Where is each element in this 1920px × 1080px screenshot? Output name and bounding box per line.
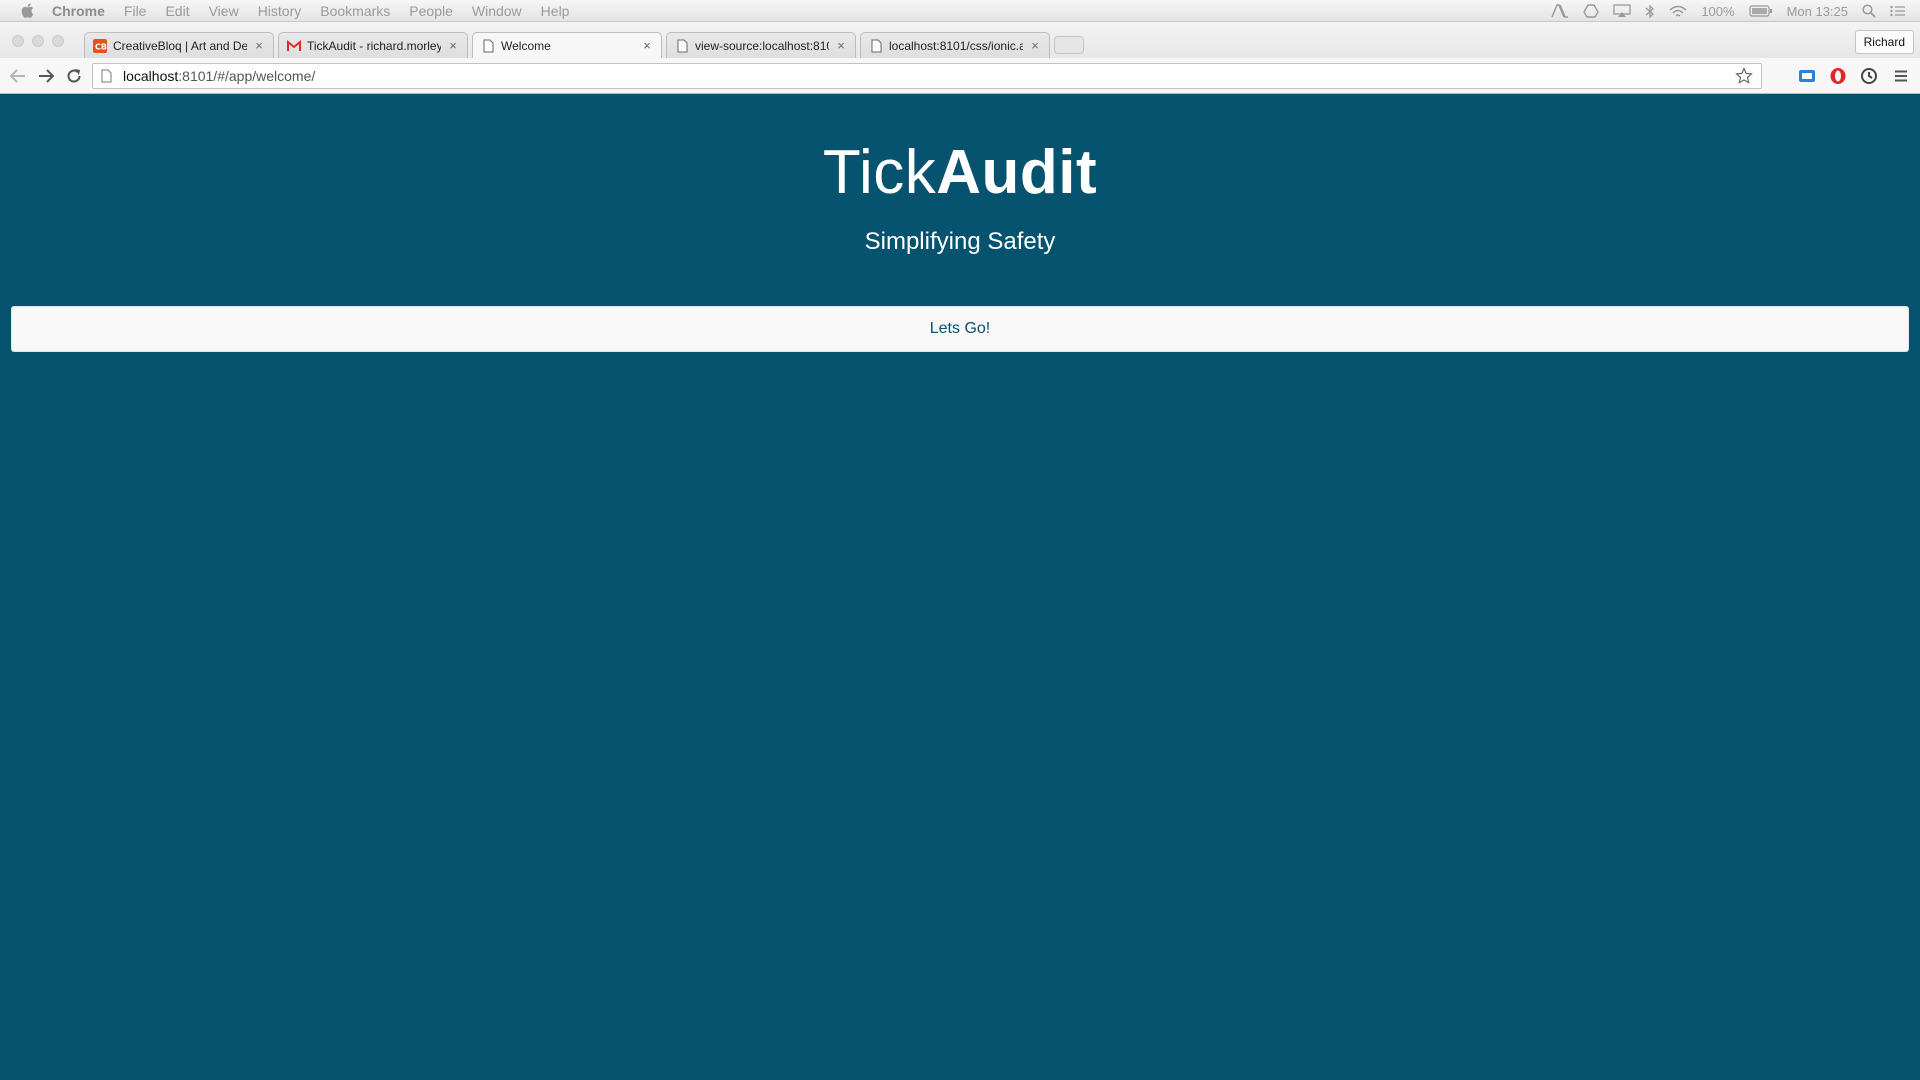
url-path: :8101/#/app/welcome/: [178, 68, 316, 84]
notification-center-icon[interactable]: [1890, 5, 1906, 17]
wifi-icon[interactable]: [1669, 5, 1687, 18]
menu-view[interactable]: View: [209, 3, 239, 19]
profile-button[interactable]: Richard: [1854, 30, 1914, 54]
lets-go-button[interactable]: Lets Go!: [11, 306, 1909, 352]
menu-file[interactable]: File: [124, 3, 147, 19]
forward-arrow-icon[interactable]: [36, 66, 56, 86]
svg-text:CB: CB: [95, 42, 107, 51]
menu-people[interactable]: People: [409, 3, 453, 19]
logo-text-tick: Tick: [822, 138, 937, 207]
extension-history-icon[interactable]: [1860, 67, 1878, 85]
bookmark-star-icon[interactable]: [1735, 67, 1753, 85]
tab-strip: CB CreativeBloq | Art and Design × TickA…: [0, 22, 1920, 58]
url-host: localhost: [123, 68, 179, 84]
tab-close-icon[interactable]: ×: [447, 38, 459, 53]
google-drive-icon[interactable]: [1583, 4, 1600, 18]
tab-close-icon[interactable]: ×: [835, 38, 847, 53]
tickaudit-logo: TickAudit: [0, 138, 1920, 208]
tab-close-icon[interactable]: ×: [641, 38, 653, 53]
adobe-icon[interactable]: [1551, 4, 1569, 18]
battery-percent: 100%: [1701, 3, 1735, 19]
tab-gmail-tickaudit[interactable]: TickAudit - richard.morley@ ×: [278, 32, 468, 58]
window-controls: [12, 35, 72, 47]
tab-ionic-css[interactable]: localhost:8101/css/ionic.app ×: [860, 32, 1050, 58]
tab-close-icon[interactable]: ×: [253, 38, 265, 53]
status-tray: 100% Mon 13:25: [1551, 0, 1920, 22]
tab-welcome[interactable]: Welcome ×: [472, 32, 662, 58]
address-bar[interactable]: localhost:8101/#/app/welcome/: [92, 63, 1762, 89]
window-zoom-button[interactable]: [52, 35, 64, 47]
page-icon: [675, 39, 689, 53]
page-icon: [869, 39, 883, 53]
tagline: Simplifying Safety: [864, 228, 1056, 255]
back-arrow-icon[interactable]: [8, 66, 28, 86]
bluetooth-icon[interactable]: [1645, 3, 1655, 19]
menu-edit[interactable]: Edit: [165, 3, 189, 19]
apple-menu-icon[interactable]: [18, 2, 36, 20]
tab-title: TickAudit - richard.morley@: [307, 38, 441, 53]
menu-bookmarks[interactable]: Bookmarks: [320, 3, 390, 19]
macos-menu-bar: Chrome File Edit View History Bookmarks …: [0, 0, 1920, 22]
extension-screen-icon[interactable]: [1798, 67, 1816, 85]
tab-close-icon[interactable]: ×: [1029, 38, 1041, 53]
tab-title: view-source:localhost:8101: [695, 38, 829, 53]
browser-toolbar: localhost:8101/#/app/welcome/: [0, 58, 1920, 94]
menu-window[interactable]: Window: [472, 3, 522, 19]
clock[interactable]: Mon 13:25: [1787, 4, 1848, 19]
tab-title: Welcome: [501, 38, 551, 53]
gmail-icon: [287, 39, 301, 53]
window-close-button[interactable]: [12, 35, 24, 47]
tab-list: CB CreativeBloq | Art and Design × TickA…: [84, 32, 1084, 58]
page-info-icon[interactable]: [101, 68, 115, 84]
tab-title: localhost:8101/css/ionic.app: [889, 38, 1023, 53]
menu-history[interactable]: History: [258, 3, 302, 19]
creativebloq-icon: CB: [93, 38, 107, 53]
welcome-page: TickAudit Simplifying Safety Lets Go!: [0, 94, 1920, 1080]
new-tab-button[interactable]: [1054, 36, 1084, 54]
chrome-menu-icon[interactable]: [1892, 67, 1910, 85]
airplay-icon[interactable]: [1613, 4, 1631, 18]
reload-icon[interactable]: [64, 66, 84, 86]
tab-view-source[interactable]: view-source:localhost:8101 ×: [666, 32, 856, 58]
page-icon: [481, 39, 495, 53]
menu-help[interactable]: Help: [541, 3, 570, 19]
tab-creativebloq[interactable]: CB CreativeBloq | Art and Design ×: [84, 32, 274, 58]
logo-text-audit: Audit: [936, 138, 1098, 207]
spotlight-search-icon[interactable]: [1862, 4, 1876, 18]
opera-extension-icon[interactable]: [1829, 67, 1847, 85]
menu-app-chrome[interactable]: Chrome: [52, 3, 105, 19]
tab-title: CreativeBloq | Art and Design: [113, 38, 247, 53]
battery-icon[interactable]: [1748, 5, 1773, 17]
window-minimize-button[interactable]: [32, 35, 44, 47]
